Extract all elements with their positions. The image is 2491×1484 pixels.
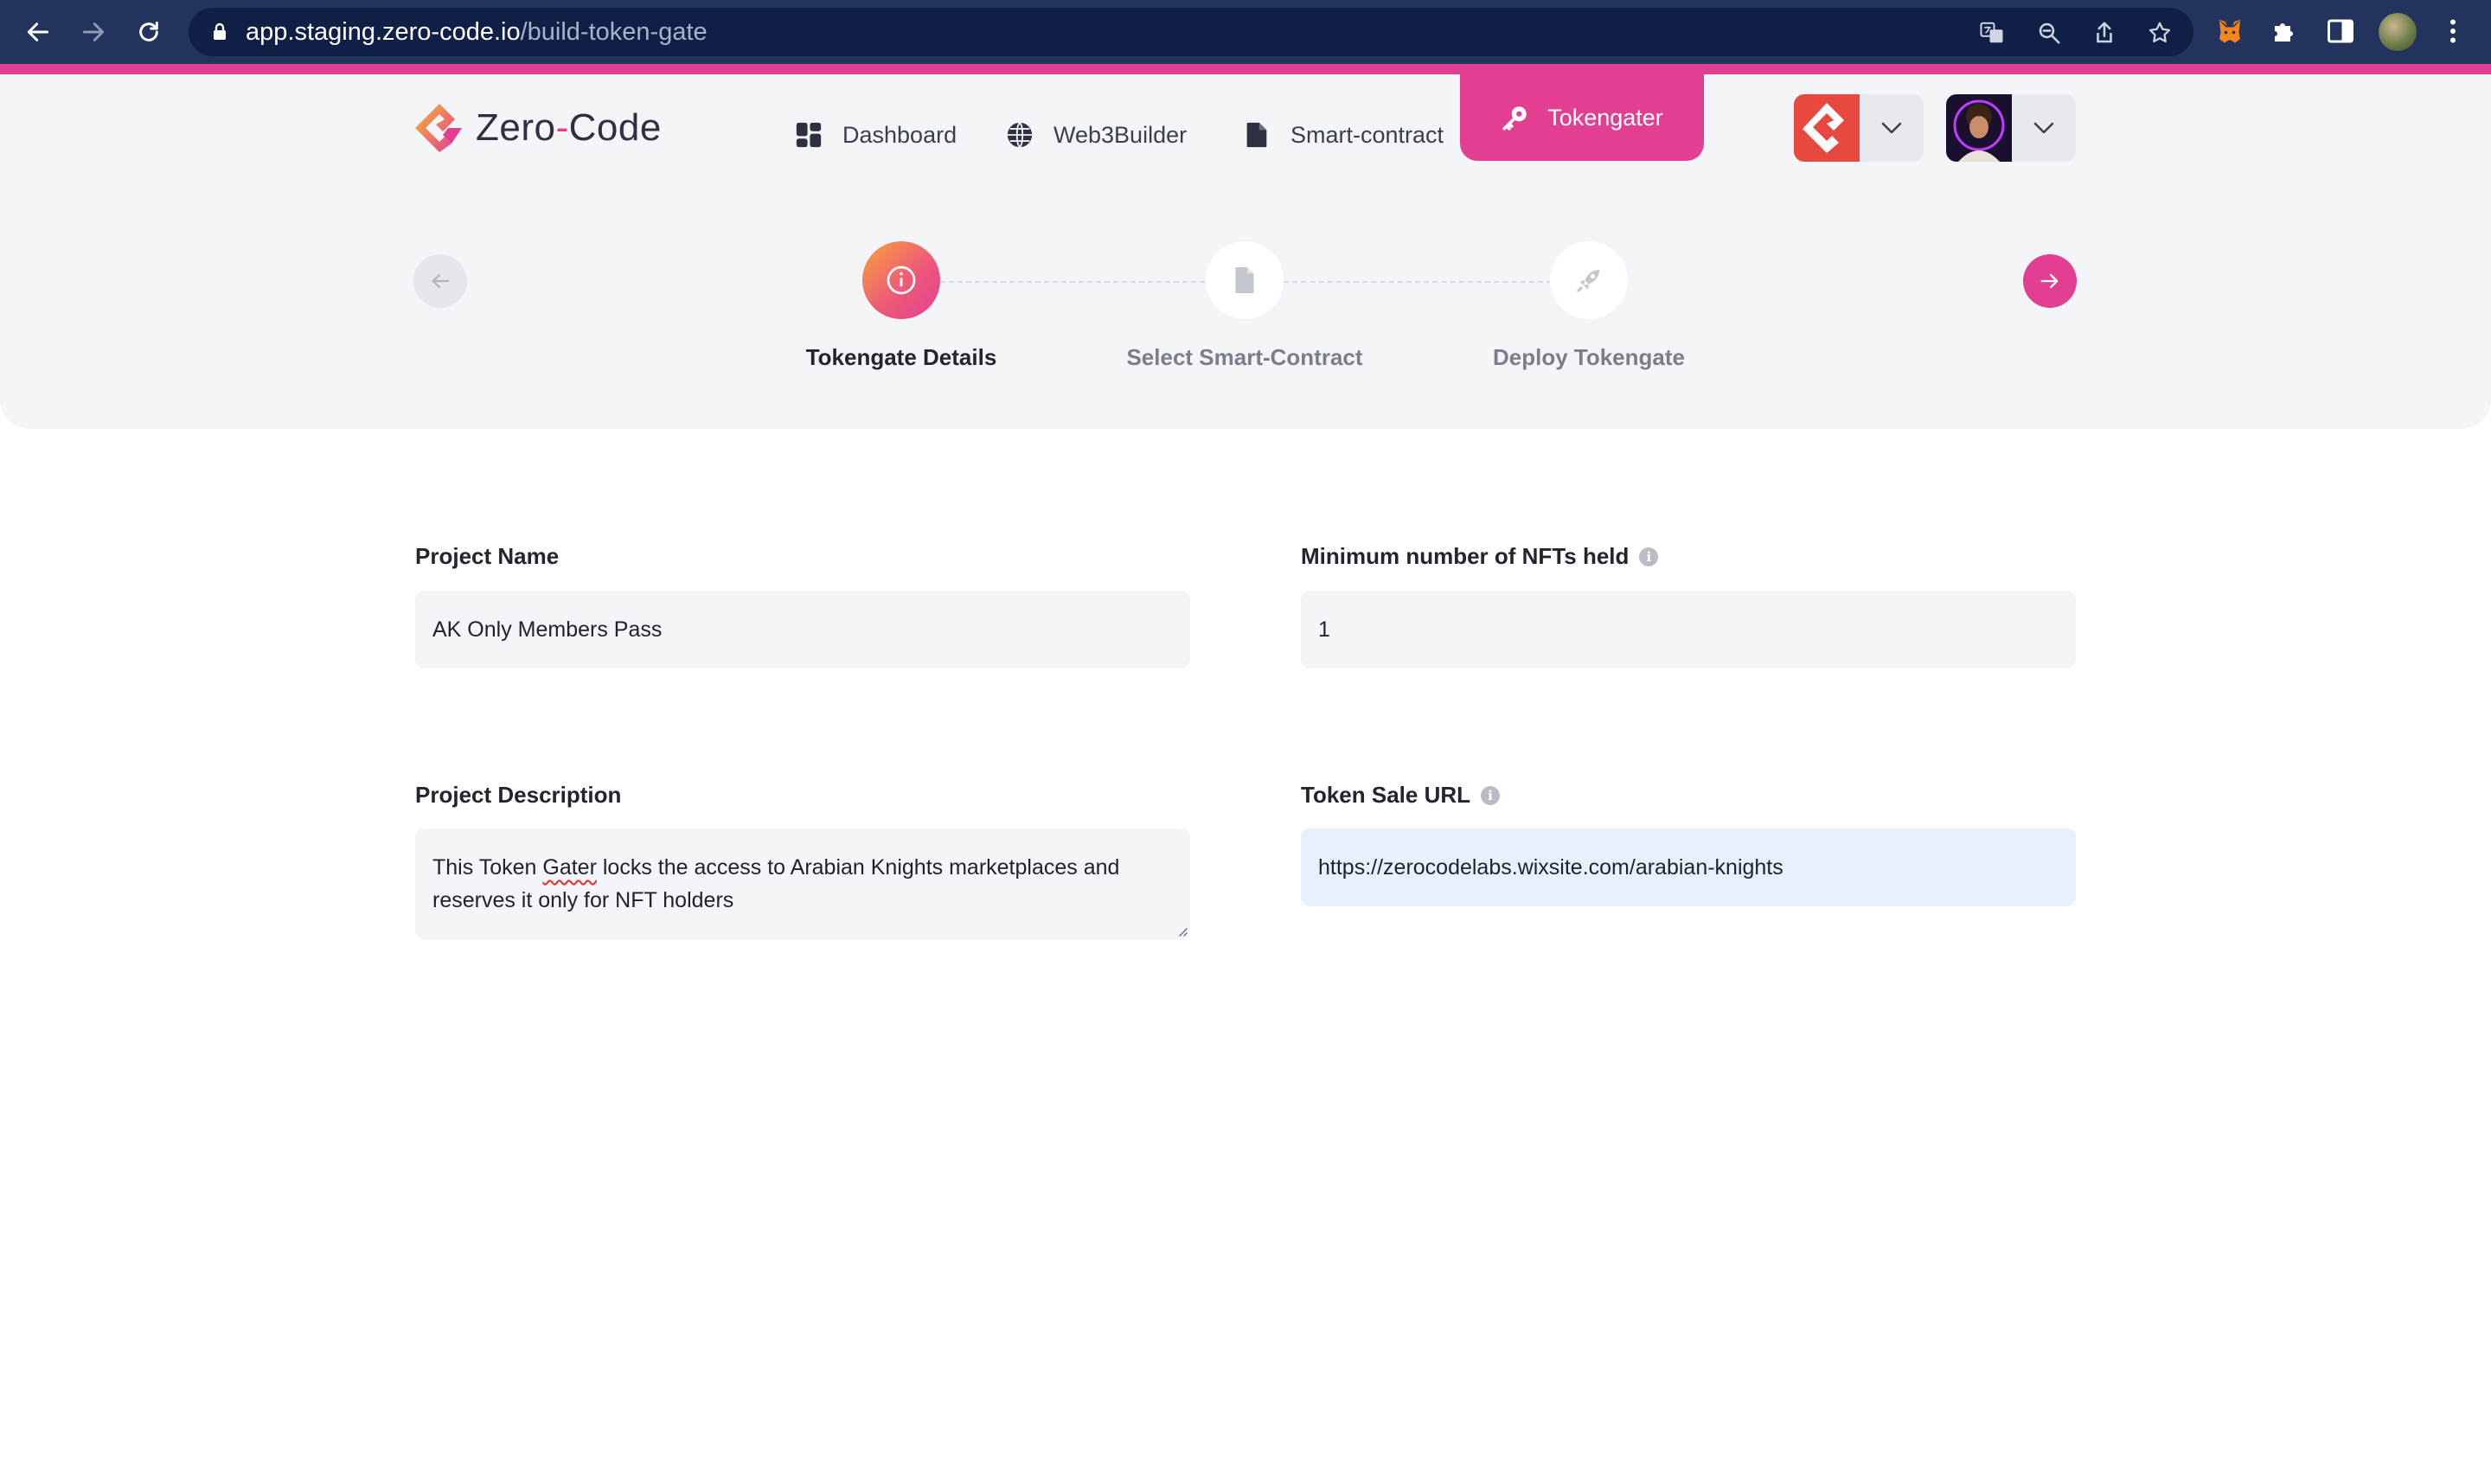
logo-mark-icon [415, 104, 462, 152]
user-avatar [1946, 94, 2012, 162]
project-description-label: Project Description [415, 782, 621, 809]
chevron-down-icon [2033, 122, 2054, 134]
description-text-part1: This Token [432, 855, 543, 880]
nav-tokengater-label: Tokengater [1547, 104, 1663, 131]
reload-button[interactable] [131, 15, 166, 49]
side-panel-icon[interactable] [2325, 16, 2356, 47]
step-connector [1284, 281, 1552, 283]
min-nfts-value: 1 [1318, 617, 1330, 642]
token-sale-url-label-text: Token Sale URL [1301, 782, 1471, 808]
nav-web3builder[interactable]: Web3Builder [1005, 109, 1187, 161]
step-tokengate-details[interactable] [862, 241, 940, 319]
lock-icon [214, 22, 226, 40]
min-nfts-input[interactable]: 1 [1301, 591, 2076, 668]
arrow-right-icon [2040, 273, 2059, 289]
min-nfts-label: Minimum number of NFTs held i [1301, 543, 1659, 570]
token-sale-url-label: Token Sale URL i [1301, 782, 1501, 809]
project-name-label-text: Project Name [415, 543, 560, 569]
step-label-deploy: Deploy Tokengate [1492, 344, 1685, 370]
project-description-label-text: Project Description [415, 782, 622, 808]
url-text: app.staging.zero-code.io/build-token-gat… [246, 8, 708, 56]
browser-toolbar: app.staging.zero-code.io/build-token-gat… [0, 0, 2491, 64]
nav-dashboard-label: Dashboard [842, 121, 957, 148]
arrow-left-icon [432, 273, 450, 289]
app-header: Zero-Code Dashboard Web3Builder Smart-co… [0, 74, 2491, 429]
next-step-button[interactable] [2023, 254, 2077, 308]
address-bar[interactable]: app.staging.zero-code.io/build-token-gat… [189, 8, 2193, 56]
translate-icon[interactable] [1979, 20, 2005, 46]
workspace-chevron [1860, 94, 1924, 162]
key-icon [1502, 106, 1527, 131]
browser-menu-icon[interactable] [2437, 16, 2469, 47]
info-icon[interactable]: i [1639, 547, 1659, 566]
info-icon [887, 265, 916, 295]
step-label-details: Tokengate Details [805, 344, 997, 370]
logo-dash: - [555, 106, 569, 149]
token-sale-url-input[interactable]: https://zerocodelabs.wixsite.com/arabian… [1301, 828, 2076, 906]
token-sale-url-value: https://zerocodelabs.wixsite.com/arabian… [1318, 854, 1783, 880]
project-description-textarea[interactable]: This Token Gater locks the access to Ara… [415, 828, 1190, 939]
step-select-smart-contract[interactable] [1206, 241, 1284, 319]
chevron-down-icon [1881, 122, 1902, 134]
previous-step-button[interactable] [413, 254, 467, 308]
user-chevron [2012, 94, 2076, 162]
zero-code-logo[interactable]: Zero-Code [413, 102, 662, 154]
reload-icon [139, 21, 158, 42]
nav-dashboard[interactable]: Dashboard [794, 109, 957, 161]
nav-smart-contract-label: Smart-contract [1290, 121, 1444, 148]
accent-stripe [0, 64, 2491, 74]
project-name-label: Project Name [415, 543, 559, 570]
step-connector [940, 281, 1205, 283]
rocket-icon [1577, 270, 1599, 292]
back-arrow-icon [27, 22, 49, 42]
forward-arrow-icon [82, 22, 105, 42]
document-icon [1246, 122, 1267, 148]
nav-tokengater[interactable]: Tokengater [1460, 74, 1704, 161]
workspace-switcher[interactable] [1794, 94, 1924, 162]
info-icon[interactable]: i [1481, 785, 1501, 805]
forward-button[interactable] [76, 15, 111, 49]
project-name-value: AK Only Members Pass [432, 617, 663, 642]
browser-profile-avatar[interactable] [2379, 13, 2417, 51]
bookmark-star-icon[interactable] [2147, 20, 2173, 46]
resize-handle-icon[interactable] [1175, 924, 1188, 937]
logo-text: Zero-Code [476, 106, 662, 150]
logo-suffix: Code [568, 106, 662, 149]
nav-smart-contract[interactable]: Smart-contract [1242, 109, 1444, 161]
logo-prefix: Zero [476, 106, 556, 149]
document-icon [1235, 267, 1254, 293]
url-path: /build-token-gate [520, 18, 708, 46]
user-menu[interactable] [1946, 94, 2076, 162]
description-misspelled-word: Gater [542, 855, 597, 880]
globe-icon [1007, 122, 1033, 148]
metamask-fox-icon[interactable] [2214, 16, 2245, 47]
back-button[interactable] [21, 15, 55, 49]
url-host: app.staging.zero-code.io [246, 18, 521, 46]
share-icon[interactable] [2091, 20, 2117, 46]
workspace-logo-icon [1794, 94, 1860, 162]
step-label-smart-contract: Select Smart-Contract [1126, 344, 1363, 370]
step-deploy-tokengate[interactable] [1550, 241, 1628, 319]
min-nfts-label-text: Minimum number of NFTs held [1301, 543, 1630, 569]
extensions-puzzle-icon[interactable] [2270, 16, 2301, 47]
zoom-icon[interactable] [2036, 20, 2062, 46]
dashboard-icon [796, 122, 822, 148]
nav-web3builder-label: Web3Builder [1053, 121, 1188, 148]
project-name-input[interactable]: AK Only Members Pass [415, 591, 1190, 668]
